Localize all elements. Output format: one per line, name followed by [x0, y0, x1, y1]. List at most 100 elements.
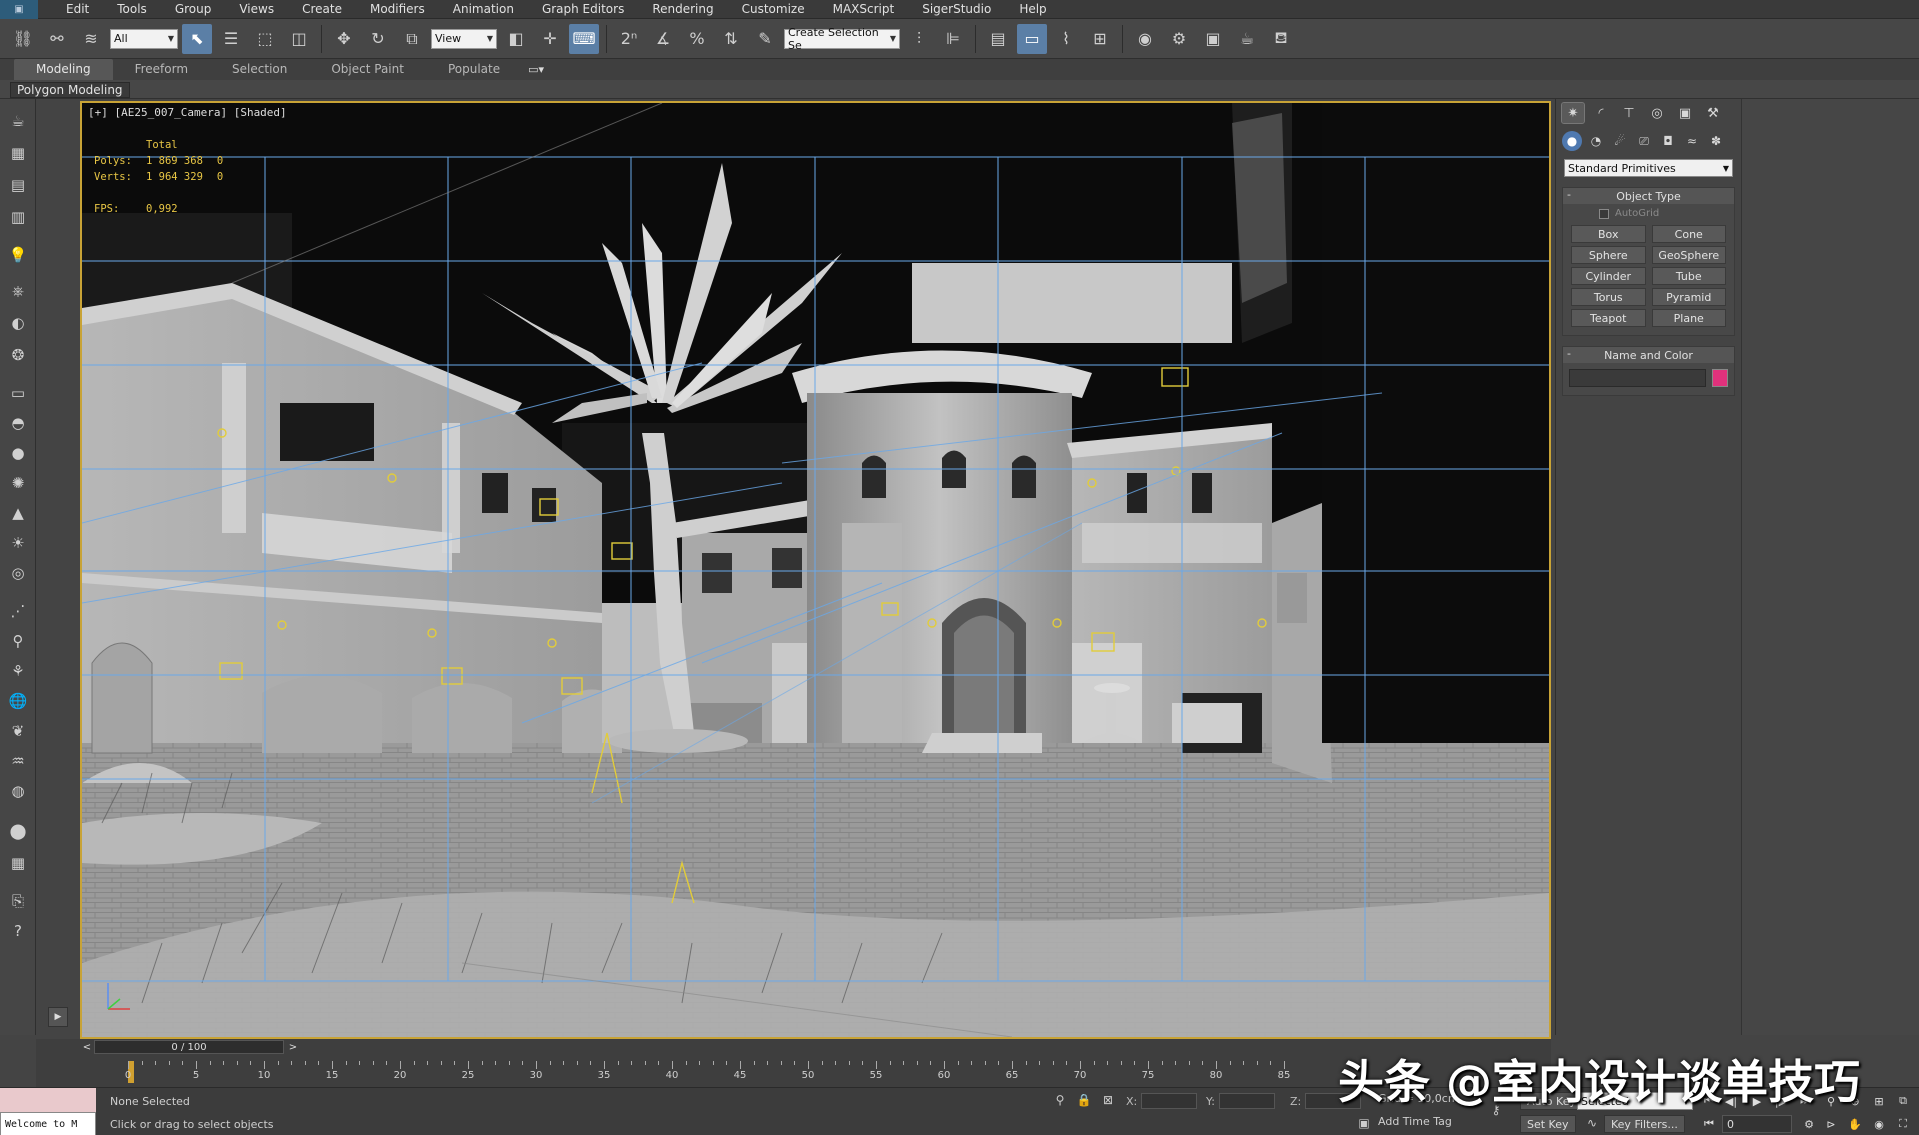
space-warps-icon[interactable]: ≈	[1682, 131, 1702, 151]
rotate-icon[interactable]: ↻	[363, 24, 393, 54]
tab-populate[interactable]: Populate	[426, 59, 522, 80]
set-key-button[interactable]: Set Key	[1520, 1115, 1576, 1133]
selection-filter-dropdown[interactable]: All ▼	[110, 28, 178, 49]
name-color-header[interactable]: - Name and Color	[1563, 347, 1734, 363]
menu-sigerstudio[interactable]: SigerStudio	[908, 0, 1005, 19]
box-button[interactable]: Box	[1571, 225, 1646, 243]
camera-viewport[interactable]: [+] [AE25_007_Camera] [Shaded] Total Pol…	[80, 101, 1551, 1039]
mirror-icon[interactable]: ⫶	[904, 24, 934, 54]
tab-freeform[interactable]: Freeform	[113, 59, 210, 80]
teapot-button[interactable]: Teapot	[1571, 309, 1646, 327]
zoom-extents-icon[interactable]: ⊞	[1870, 1092, 1888, 1110]
pan-icon[interactable]: ✋	[1846, 1115, 1864, 1133]
menu-group[interactable]: Group	[161, 0, 226, 19]
link-icon[interactable]: ⛓	[8, 24, 38, 54]
menu-graph-editors[interactable]: Graph Editors	[528, 0, 638, 19]
select-by-name-icon[interactable]: ☰	[216, 24, 246, 54]
shell-icon[interactable]: ◍	[6, 779, 30, 803]
torus-button[interactable]: Torus	[1571, 288, 1646, 306]
orbit-icon[interactable]: ◉	[1870, 1115, 1888, 1133]
shapes-icon[interactable]: ◔	[1586, 131, 1606, 151]
y-field[interactable]	[1218, 1093, 1275, 1109]
sphere-icon[interactable]: ●	[6, 441, 30, 465]
move-icon[interactable]: ✥	[329, 24, 359, 54]
add-time-tag[interactable]: Add Time Tag	[1378, 1115, 1452, 1128]
geometry-type-dropdown[interactable]: Standard Primitives ▼	[1564, 159, 1733, 177]
utilities-tab-icon[interactable]: ⚒	[1702, 103, 1724, 123]
ribbon-options-icon[interactable]: ▭▾	[528, 63, 544, 76]
absolute-mode-icon[interactable]: ⊠	[1100, 1092, 1116, 1108]
schematic-view-icon[interactable]: ⊞	[1085, 24, 1115, 54]
lock-icon[interactable]: 🔒	[1076, 1092, 1092, 1108]
menu-rendering[interactable]: Rendering	[638, 0, 727, 19]
unlink-icon[interactable]: ⚯	[42, 24, 72, 54]
polygon-modeling-label[interactable]: Polygon Modeling	[10, 82, 130, 98]
spinner-snap-icon[interactable]: ⇅	[716, 24, 746, 54]
menu-modifiers[interactable]: Modifiers	[356, 0, 439, 19]
tube-button[interactable]: Tube	[1651, 267, 1726, 285]
expand-arrow-icon[interactable]: ▶	[48, 1007, 68, 1027]
curve-icon[interactable]: ∿	[1584, 1115, 1600, 1131]
named-selection-dropdown[interactable]: Create Selection Se ▼	[784, 26, 900, 52]
plane-icon[interactable]: ▭	[6, 381, 30, 405]
camera-icon[interactable]: ⎈	[6, 279, 30, 303]
modify-tab-icon[interactable]: ◜	[1590, 103, 1612, 123]
prev-frame-arrow-icon[interactable]: <	[80, 1040, 94, 1054]
tab-object-paint[interactable]: Object Paint	[309, 59, 426, 80]
menu-create[interactable]: Create	[288, 0, 356, 19]
sphere-button[interactable]: Sphere	[1571, 246, 1646, 264]
sun-icon[interactable]: ☀	[6, 531, 30, 555]
next-frame-arrow-icon[interactable]: >	[286, 1040, 300, 1054]
motion-tab-icon[interactable]: ◎	[1646, 103, 1668, 123]
window-crossing-icon[interactable]: ◫	[284, 24, 314, 54]
timeline-ruler[interactable]: 0 5 10 15 20 25 30 35 40 45 50 55 60 65 70 75 80 85	[125, 1061, 1488, 1085]
reference-coord-dropdown[interactable]: View ▼	[431, 28, 497, 49]
geometry-icon[interactable]: ●	[1562, 131, 1582, 151]
rect-selection-icon[interactable]: ⬚	[250, 24, 280, 54]
toggle-ribbon-icon[interactable]: ▭	[1017, 23, 1047, 54]
material-icon[interactable]: ▦	[6, 141, 30, 165]
geosphere-button[interactable]: GeoSphere	[1651, 246, 1726, 264]
object-type-header[interactable]: - Object Type	[1563, 188, 1734, 204]
menu-edit[interactable]: Edit	[52, 0, 103, 19]
tab-selection[interactable]: Selection	[210, 59, 309, 80]
current-frame-field[interactable]: 0	[1722, 1115, 1792, 1133]
layer-manager-icon[interactable]: ▤	[983, 24, 1013, 54]
key-mode-toggle-icon[interactable]: ⏮	[1700, 1115, 1718, 1133]
pivot-center-icon[interactable]: ◧	[501, 24, 531, 54]
hair-icon[interactable]: ♒	[6, 749, 30, 773]
object-color-swatch[interactable]	[1712, 369, 1728, 387]
listener-input[interactable]: Welcome to M	[0, 1112, 96, 1135]
pyramid-button[interactable]: Pyramid	[1651, 288, 1726, 306]
cone-icon[interactable]: ▲	[6, 501, 30, 525]
scatter-icon[interactable]: ⚘	[6, 659, 30, 683]
menu-animation[interactable]: Animation	[439, 0, 528, 19]
listener-output[interactable]	[0, 1088, 96, 1112]
skylight-icon[interactable]: ◎	[6, 561, 30, 585]
render-setup-icon[interactable]: ⚙	[1164, 24, 1194, 54]
ball-icon[interactable]: ⬤	[6, 819, 30, 843]
fur-icon[interactable]: ⋰	[6, 599, 30, 623]
percent-snap-icon[interactable]: %	[682, 24, 712, 54]
omni-icon[interactable]: ✺	[6, 471, 30, 495]
plane-button[interactable]: Plane	[1651, 309, 1726, 327]
hierarchy-tab-icon[interactable]: ⊤	[1618, 103, 1640, 123]
menu-views[interactable]: Views	[225, 0, 288, 19]
display-tab-icon[interactable]: ▣	[1674, 103, 1696, 123]
select-manipulate-icon[interactable]: ✛	[535, 24, 565, 54]
dome-icon[interactable]: ◓	[6, 411, 30, 435]
cylinder-button[interactable]: Cylinder	[1571, 267, 1646, 285]
render-production-icon[interactable]: ☕	[1232, 24, 1262, 54]
layers-icon[interactable]: ▥	[6, 205, 30, 229]
snaps-toggle-icon[interactable]: 2ⁿ	[614, 24, 644, 54]
time-slider[interactable]: 0 / 100	[94, 1040, 284, 1054]
autogrid-option[interactable]: AutoGrid	[1563, 204, 1734, 221]
scale-icon[interactable]: ⧉	[397, 24, 427, 54]
help-icon[interactable]: ?	[6, 919, 30, 943]
light-icon[interactable]: 💡	[6, 243, 30, 267]
systems-icon[interactable]: ✽	[1706, 131, 1726, 151]
viewport-label[interactable]: [+] [AE25_007_Camera] [Shaded]	[88, 106, 287, 119]
create-tab-icon[interactable]: ✷	[1561, 102, 1585, 124]
cone-button[interactable]: Cone	[1651, 225, 1726, 243]
autogrid-checkbox[interactable]	[1599, 208, 1609, 219]
